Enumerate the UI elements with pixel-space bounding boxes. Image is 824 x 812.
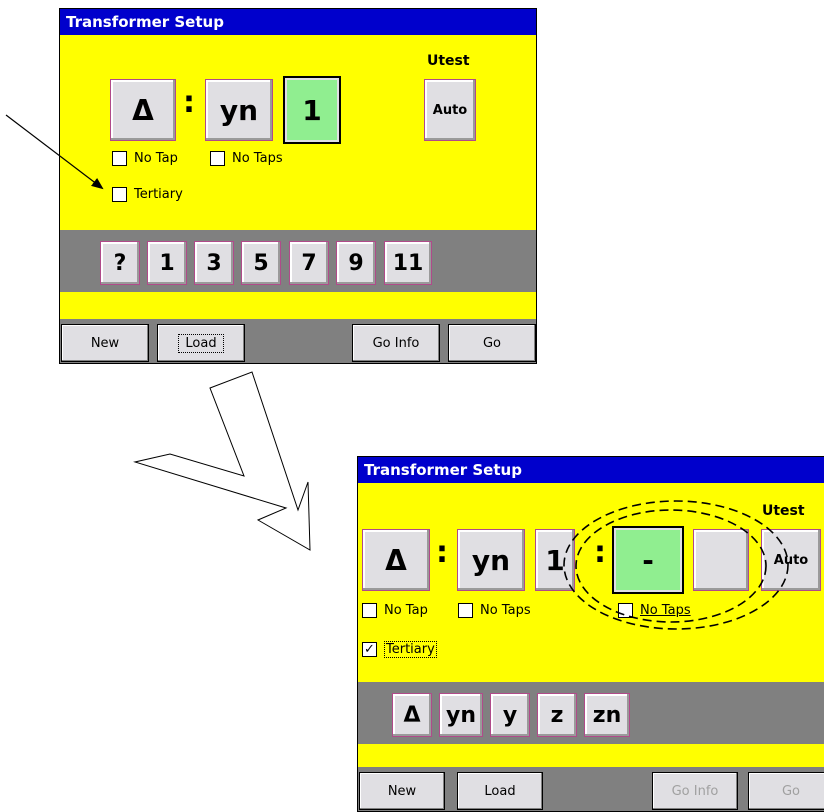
phase-shift-label: 1 — [302, 93, 322, 127]
selector-button[interactable]: yn — [439, 693, 483, 737]
no-taps-checkbox[interactable]: No Taps — [210, 151, 283, 166]
selector-label: 3 — [206, 250, 222, 276]
no-taps-checkbox[interactable]: No Taps — [458, 603, 531, 618]
go-info-label: Go Info — [372, 335, 420, 351]
new-label: New — [90, 335, 120, 351]
checkbox-label: No Tap — [134, 151, 178, 166]
selector-button[interactable]: Δ — [392, 693, 432, 737]
selector-button[interactable]: 5 — [241, 241, 281, 285]
window-transformer-setup-2: Transformer Setup Utest Auto Δ : yn 1 : … — [357, 456, 824, 812]
load-button[interactable]: Load — [457, 772, 543, 810]
selector-button[interactable]: ? — [100, 241, 140, 285]
checkbox-label: No Taps — [640, 603, 691, 618]
checkbox-box[interactable] — [210, 151, 225, 166]
secondary-winding-label: yn — [471, 543, 511, 577]
primary-winding-label: Δ — [132, 93, 154, 127]
no-tap-checkbox[interactable]: No Tap — [112, 151, 178, 166]
primary-winding-button[interactable]: Δ — [110, 79, 176, 141]
utest-auto-button[interactable]: Auto — [761, 529, 821, 591]
checkbox-label: No Taps — [480, 603, 531, 618]
new-label: New — [387, 783, 417, 799]
selector-label: z — [550, 702, 564, 728]
selector-button[interactable]: y — [490, 693, 530, 737]
window-title: Transformer Setup — [60, 9, 536, 35]
tertiary-phase-shift-button[interactable] — [693, 529, 749, 591]
auto-label: Auto — [432, 102, 468, 118]
utest-label: Utest — [427, 53, 470, 69]
transition-arrow-icon — [133, 371, 311, 551]
selector-label: 9 — [348, 250, 364, 276]
checkbox-box[interactable] — [618, 603, 633, 618]
tertiary-checkbox[interactable]: ✓ Tertiary — [362, 641, 437, 658]
colon-separator: : — [436, 535, 448, 570]
selector-button[interactable]: 9 — [336, 241, 376, 285]
secondary-winding-button[interactable]: yn — [457, 529, 525, 591]
load-button[interactable]: Load — [157, 324, 245, 362]
go-button[interactable]: Go — [448, 324, 536, 362]
phase-shift-button[interactable]: 1 — [283, 76, 341, 144]
tertiary-no-taps-checkbox[interactable]: No Taps — [618, 603, 691, 618]
selector-button[interactable]: zn — [584, 693, 630, 737]
new-button[interactable]: New — [359, 772, 445, 810]
go-info-button[interactable]: Go Info — [652, 772, 738, 810]
phase-shift-label: 1 — [545, 543, 565, 577]
window-title: Transformer Setup — [358, 457, 824, 483]
check-mark-icon: ✓ — [364, 642, 375, 657]
tertiary-checkbox[interactable]: Tertiary — [112, 187, 183, 202]
checkbox-label: Tertiary — [134, 187, 183, 202]
selector-button[interactable]: 7 — [289, 241, 329, 285]
checkbox-box[interactable] — [362, 603, 377, 618]
primary-winding-button[interactable]: Δ — [362, 529, 430, 591]
checkbox-box[interactable] — [458, 603, 473, 618]
selector-label: 7 — [301, 250, 317, 276]
selector-label: 1 — [159, 250, 175, 276]
selector-label: ? — [113, 250, 127, 276]
checkbox-box[interactable]: ✓ — [362, 642, 377, 657]
selector-label: Δ — [403, 702, 421, 728]
selector-button[interactable]: 1 — [147, 241, 187, 285]
primary-winding-label: Δ — [385, 543, 407, 577]
colon-separator: : — [183, 85, 195, 120]
go-info-label: Go Info — [671, 783, 719, 799]
utest-auto-button[interactable]: Auto — [424, 79, 476, 141]
window-transformer-setup-1: Transformer Setup Utest Auto Δ : yn 1 No… — [59, 8, 537, 364]
checkbox-box[interactable] — [112, 187, 127, 202]
tertiary-winding-button[interactable]: - — [612, 526, 684, 594]
tertiary-winding-label: - — [642, 543, 654, 577]
checkbox-box[interactable] — [112, 151, 127, 166]
load-label: Load — [178, 333, 224, 353]
phase-shift-button[interactable]: 1 — [535, 529, 575, 591]
go-button[interactable]: Go — [748, 772, 824, 810]
load-label: Load — [484, 783, 516, 799]
secondary-winding-button[interactable]: yn — [205, 79, 273, 141]
selector-label: y — [502, 702, 518, 728]
checkbox-label: No Taps — [232, 151, 283, 166]
utest-label: Utest — [762, 503, 805, 519]
selector-label: zn — [592, 702, 622, 728]
colon-separator-tertiary: : — [594, 535, 606, 570]
selector-button[interactable]: z — [537, 693, 577, 737]
secondary-winding-label: yn — [219, 93, 259, 127]
auto-label: Auto — [773, 552, 809, 568]
checkbox-label: Tertiary — [384, 641, 437, 658]
new-button[interactable]: New — [61, 324, 149, 362]
selector-label: 5 — [253, 250, 269, 276]
selector-button[interactable]: 11 — [384, 241, 432, 285]
checkbox-label: No Tap — [384, 603, 428, 618]
go-label: Go — [482, 335, 502, 351]
go-label: Go — [781, 783, 801, 799]
no-tap-checkbox[interactable]: No Tap — [362, 603, 428, 618]
selector-label: 11 — [392, 250, 424, 276]
selector-label: yn — [445, 702, 476, 728]
selector-button[interactable]: 3 — [194, 241, 234, 285]
go-info-button[interactable]: Go Info — [352, 324, 440, 362]
